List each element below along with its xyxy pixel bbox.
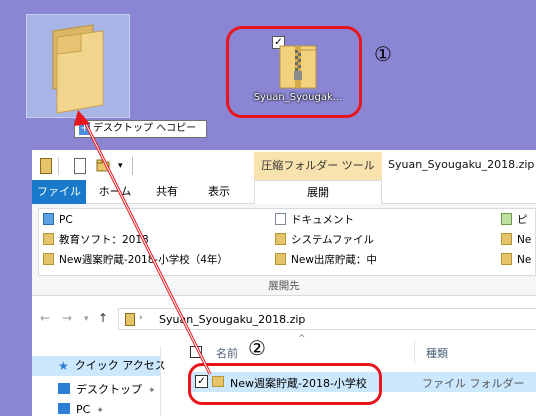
destination-folder[interactable]: New週案貯蔵-2018-小学校（4年） [43,251,228,269]
folder-icon [501,253,512,265]
select-all-checkbox[interactable] [190,346,202,358]
tab-view[interactable]: 表示 [196,180,242,204]
drag-tooltip: + デスクトップ へコピー [74,120,207,138]
tab-file[interactable]: ファイル [32,180,86,204]
star-icon: ★ [58,359,69,373]
chevron-right-icon[interactable]: › [139,313,143,323]
annotation-highlight-box [226,26,362,118]
new-folder-icon[interactable] [96,158,110,174]
pin-icon: ✦ [96,406,104,416]
destination-pc[interactable]: PC [43,211,73,229]
window-title: Syuan_Syougaku_2018.zip [388,158,535,171]
tab-extract[interactable]: 展開 [254,180,382,205]
documents-icon [275,213,286,225]
destination-pictures[interactable]: ピ [501,211,528,229]
sort-ascending-icon: ^ [298,334,306,344]
context-tab-compressed-tools: 圧縮フォルダー ツール [254,152,382,180]
forward-arrow-icon[interactable]: → [62,311,72,325]
ribbon-group-label: 展開先 [268,280,300,292]
divider [132,157,133,175]
quick-access-dropdown[interactable]: ▾ [118,158,128,174]
folder-icon [275,233,286,245]
annotation-number-1: ① [374,42,392,66]
column-divider[interactable] [414,340,415,364]
file-type: ファイル フォルダー [422,377,525,390]
properties-icon[interactable] [74,158,86,174]
desktop-icon [58,383,70,394]
pc-icon [43,213,54,225]
navigation-pane: ★ クイック アクセス デスクトップ ✦ PC ✦ [32,346,166,416]
pin-icon: ✦ [148,386,156,396]
tab-home[interactable]: ホーム [90,180,140,204]
annotation-number-2: ② [248,336,266,360]
destination-folder[interactable]: システムファイル [275,231,374,249]
annotation-highlight-box [188,363,382,405]
ribbon-tabs: ファイル ホーム 共有 表示 展開 [32,180,536,205]
chevron-right-icon[interactable]: › [279,313,283,323]
nav-item-pc[interactable]: PC ✦ [58,400,104,416]
folder-icon [43,233,54,245]
folder-icon [43,253,54,265]
column-type[interactable]: 種類 [426,345,448,361]
folder-icon [501,233,512,245]
folder-icon [275,253,286,265]
folder-icon [52,24,104,114]
destination-folder[interactable]: Ne [501,251,531,269]
pc-icon [58,403,70,414]
recent-locations-dropdown[interactable]: ▾ [84,314,89,324]
destination-documents[interactable]: ドキュメント [275,211,354,229]
destination-folder[interactable]: Ne [501,231,531,249]
ribbon-panel: PC ドキュメント ピ 教育ソフト：2018 システムファイル Ne New週案… [32,204,536,296]
address-input[interactable]: › Syuan_Syougaku_2018.zip › [118,308,536,330]
tab-share[interactable]: 共有 [144,180,190,204]
folder-small-icon [40,158,52,174]
address-path[interactable]: Syuan_Syougaku_2018.zip [159,313,305,326]
pictures-icon [501,213,512,225]
nav-item-quick-access[interactable]: ★ クイック アクセス [32,356,166,376]
nav-item-desktop[interactable]: デスクトップ ✦ [58,380,156,400]
destination-folder[interactable]: 教育ソフト：2018 [43,231,149,249]
zip-small-icon [125,313,135,326]
plus-icon: + [79,122,90,135]
column-name[interactable]: 名前 [216,345,238,361]
pane-divider [160,346,161,416]
address-bar: ← → ▾ ↑ › Syuan_Syougaku_2018.zip › [32,306,536,332]
desktop-drop-target-folder[interactable] [26,14,130,118]
extract-destinations-gallery: PC ドキュメント ピ 教育ソフト：2018 システムファイル Ne New週案… [38,208,536,276]
back-arrow-icon[interactable]: ← [40,311,50,325]
destination-folder[interactable]: New出席貯蔵：中 [275,251,377,269]
divider [58,157,59,175]
up-arrow-icon[interactable]: ↑ [98,311,108,325]
title-bar: ▾ 圧縮フォルダー ツール Syuan_Syougaku_2018.zip [32,150,536,180]
tooltip-text: デスクトップ へコピー [93,123,197,134]
column-headers: 名前 ^ 種類 [180,334,536,364]
